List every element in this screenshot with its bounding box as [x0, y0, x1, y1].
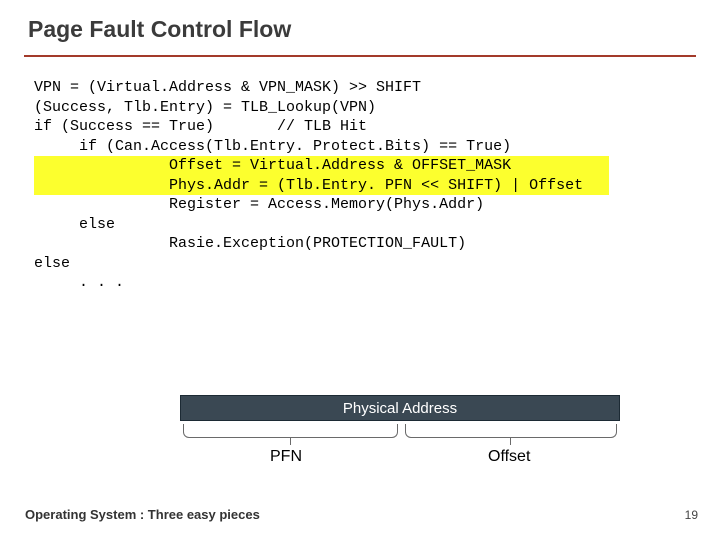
bracket-tick [290, 437, 291, 445]
code-block: VPN = (Virtual.Address & VPN_MASK) >> SH… [34, 78, 609, 293]
code-line-highlight: Offset = Virtual.Address & OFFSET_MASK [34, 156, 609, 176]
label-pfn: PFN [270, 448, 302, 466]
slide-title: Page Fault Control Flow [28, 16, 291, 43]
title-rule [24, 55, 696, 57]
page-number: 19 [685, 508, 698, 522]
bracket-left [183, 424, 398, 438]
code-line: Register = Access.Memory(Phys.Addr) [34, 196, 484, 213]
code-line-highlight: Phys.Addr = (Tlb.Entry. PFN << SHIFT) | … [34, 176, 609, 196]
code-line: . . . [34, 274, 124, 291]
code-line: if (Success == True) // TLB Hit [34, 118, 367, 135]
code-line: Rasie.Exception(PROTECTION_FAULT) [34, 235, 466, 252]
code-line: else [34, 216, 115, 233]
label-offset: Offset [488, 448, 530, 466]
bracket-right [405, 424, 617, 438]
code-line: if (Can.Access(Tlb.Entry. Protect.Bits) … [34, 138, 511, 155]
footer-text: Operating System : Three easy pieces [25, 507, 260, 522]
code-line: (Success, Tlb.Entry) = TLB_Lookup(VPN) [34, 99, 376, 116]
code-line: VPN = (Virtual.Address & VPN_MASK) >> SH… [34, 79, 421, 96]
physical-address-box: Physical Address [180, 395, 620, 421]
bracket-tick [510, 437, 511, 445]
code-line: else [34, 255, 70, 272]
